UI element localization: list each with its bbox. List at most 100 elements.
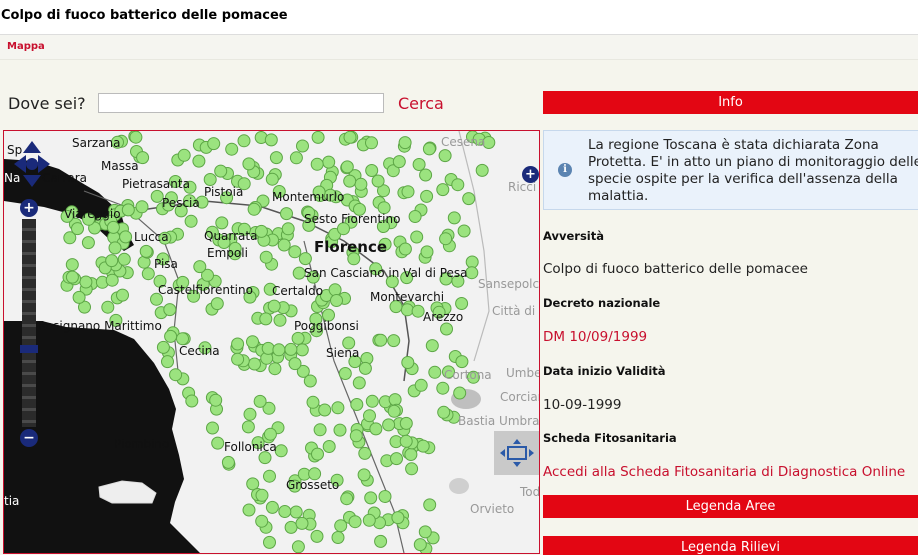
- map-marker[interactable]: [65, 258, 79, 272]
- map-marker[interactable]: [357, 468, 371, 482]
- map-marker[interactable]: [400, 303, 414, 317]
- map-marker[interactable]: [413, 538, 427, 552]
- map-marker[interactable]: [243, 407, 257, 421]
- map-marker[interactable]: [358, 361, 372, 375]
- map-marker[interactable]: [365, 394, 379, 408]
- map-marker[interactable]: [322, 440, 336, 453]
- scheda-link[interactable]: Accedi alla Scheda Fitosanitaria di Diag…: [543, 464, 905, 480]
- map-marker[interactable]: [135, 200, 149, 214]
- map-marker[interactable]: [382, 418, 396, 432]
- map-marker[interactable]: [438, 149, 452, 163]
- map-marker[interactable]: [310, 529, 324, 543]
- map-marker[interactable]: [237, 134, 251, 148]
- map-marker[interactable]: [211, 436, 225, 450]
- map-marker[interactable]: [352, 376, 366, 390]
- map-marker[interactable]: [71, 222, 84, 236]
- map-marker[interactable]: [161, 355, 174, 369]
- map-marker[interactable]: [246, 335, 259, 349]
- map-marker[interactable]: [354, 177, 368, 191]
- map-marker[interactable]: [328, 283, 342, 297]
- map-marker[interactable]: [420, 189, 434, 203]
- map-marker[interactable]: [81, 236, 95, 250]
- map-marker[interactable]: [412, 158, 426, 171]
- map-marker[interactable]: [365, 136, 378, 150]
- map-marker[interactable]: [387, 404, 401, 418]
- map-marker[interactable]: [349, 429, 363, 443]
- map-marker[interactable]: [277, 238, 291, 252]
- map-marker[interactable]: [273, 313, 287, 327]
- decreto-value[interactable]: DM 10/09/1999: [543, 329, 647, 345]
- map-marker[interactable]: [242, 503, 256, 517]
- map-marker[interactable]: [231, 352, 245, 366]
- zoom-out-icon[interactable]: −: [20, 429, 38, 447]
- map-marker[interactable]: [414, 378, 428, 392]
- map-marker[interactable]: [387, 334, 401, 348]
- map-marker[interactable]: [231, 337, 245, 351]
- map-marker[interactable]: [295, 343, 309, 357]
- info-button[interactable]: Info: [543, 91, 918, 114]
- map-marker[interactable]: [268, 362, 282, 376]
- map-marker[interactable]: [306, 395, 320, 409]
- map-marker[interactable]: [318, 403, 332, 417]
- map-marker[interactable]: [119, 230, 133, 244]
- map-marker[interactable]: [291, 331, 305, 345]
- map-marker[interactable]: [334, 519, 348, 533]
- map-marker[interactable]: [399, 434, 413, 448]
- map-marker[interactable]: [416, 439, 430, 453]
- map-marker[interactable]: [340, 492, 354, 506]
- map-marker[interactable]: [338, 367, 352, 380]
- zoom-in-icon[interactable]: +: [20, 199, 38, 217]
- zoom-track[interactable]: [22, 219, 36, 427]
- map-marker[interactable]: [422, 142, 436, 156]
- map-marker[interactable]: [436, 381, 450, 395]
- zoom-bar[interactable]: + −: [20, 199, 38, 449]
- map-marker[interactable]: [278, 505, 292, 518]
- map-marker[interactable]: [280, 207, 293, 221]
- map-marker[interactable]: [193, 260, 207, 274]
- map-marker[interactable]: [311, 131, 325, 144]
- map-marker[interactable]: [288, 357, 302, 371]
- map-marker[interactable]: [465, 255, 479, 269]
- map-marker[interactable]: [390, 452, 403, 466]
- zoom-slider-icon[interactable]: [20, 345, 38, 353]
- map-marker[interactable]: [333, 423, 347, 437]
- map-marker[interactable]: [129, 131, 143, 144]
- map-marker[interactable]: [209, 393, 223, 407]
- map-marker[interactable]: [392, 155, 406, 169]
- pan-control[interactable]: [14, 141, 50, 187]
- map-marker[interactable]: [350, 398, 364, 411]
- map-marker[interactable]: [348, 515, 362, 529]
- map-marker[interactable]: [281, 222, 295, 236]
- map-marker[interactable]: [117, 252, 131, 266]
- map-marker[interactable]: [284, 520, 298, 534]
- map-marker[interactable]: [265, 172, 279, 186]
- map-marker[interactable]: [369, 422, 383, 436]
- map-marker[interactable]: [116, 288, 129, 302]
- map-marker[interactable]: [263, 427, 277, 441]
- map-marker[interactable]: [311, 447, 324, 461]
- map-marker[interactable]: [192, 154, 206, 168]
- map-view[interactable]: Sarzana Massa Carrara Pietrasanta Viareggio P…: [3, 130, 540, 554]
- map-marker[interactable]: [289, 505, 303, 519]
- map-marker[interactable]: [185, 394, 199, 408]
- map-marker[interactable]: [65, 270, 79, 284]
- map-marker[interactable]: [423, 498, 437, 512]
- map-marker[interactable]: [374, 333, 388, 347]
- search-input[interactable]: [98, 93, 384, 113]
- map-marker[interactable]: [225, 142, 239, 156]
- map-marker[interactable]: [274, 444, 288, 458]
- map-marker[interactable]: [437, 405, 451, 419]
- map-marker[interactable]: [425, 339, 439, 353]
- map-marker[interactable]: [272, 343, 286, 357]
- map-marker[interactable]: [404, 448, 418, 461]
- map-marker[interactable]: [184, 214, 198, 228]
- map-marker[interactable]: [105, 273, 119, 287]
- map-marker[interactable]: [206, 421, 219, 435]
- map-marker[interactable]: [391, 511, 405, 525]
- map-marker[interactable]: [261, 341, 275, 355]
- map-marker[interactable]: [340, 160, 354, 174]
- map-marker[interactable]: [363, 409, 376, 423]
- map-marker[interactable]: [164, 329, 178, 343]
- map-marker[interactable]: [440, 322, 453, 336]
- map-marker[interactable]: [358, 446, 372, 460]
